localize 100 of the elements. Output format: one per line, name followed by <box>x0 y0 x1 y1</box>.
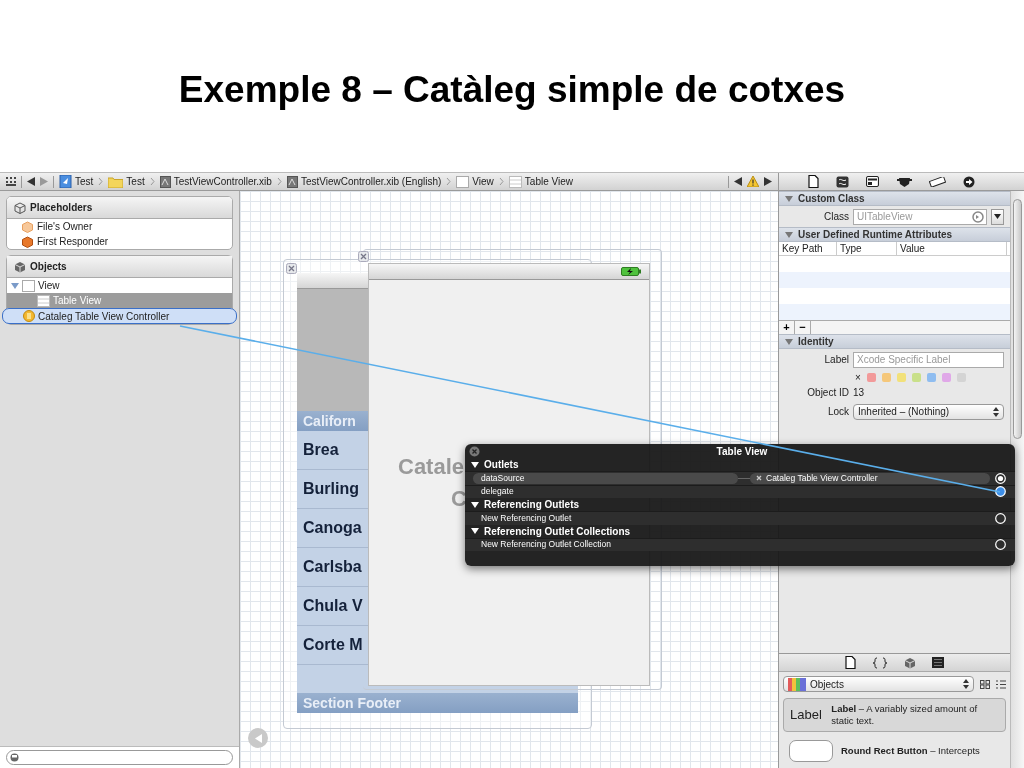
clear-color-button[interactable]: × <box>855 369 861 385</box>
caret-icon <box>994 214 1001 219</box>
back-arrow-icon[interactable] <box>734 177 742 186</box>
class-field[interactable]: UITableView <box>853 208 987 225</box>
left-arrow-icon <box>253 733 263 743</box>
document-icon <box>286 175 298 188</box>
field-label: Lock <box>826 405 849 419</box>
button-preview <box>789 740 833 762</box>
quick-help-icon[interactable] <box>836 175 849 188</box>
library-select[interactable]: Objects <box>783 676 974 693</box>
color-swatch[interactable] <box>926 372 936 382</box>
list-view-icon[interactable] <box>996 679 1006 689</box>
dock-toggle-button[interactable] <box>248 728 268 748</box>
media-icon[interactable] <box>932 657 944 669</box>
table-row[interactable]: Chula V <box>303 597 363 614</box>
color-swatch[interactable] <box>911 372 921 382</box>
table-row[interactable]: Corte M <box>303 636 363 653</box>
section-title: Custom Class <box>798 192 865 206</box>
outline-item[interactable]: View <box>7 278 232 293</box>
arrow-circle-icon[interactable] <box>963 175 976 188</box>
select-value: Objects <box>810 677 844 692</box>
dropdown-button[interactable] <box>991 208 1004 225</box>
stepper-icon <box>963 679 969 690</box>
battery-icon <box>621 267 641 276</box>
cube-icon <box>14 201 26 214</box>
color-swatch[interactable] <box>896 372 906 382</box>
folder-icon <box>108 175 124 188</box>
ruler-icon[interactable] <box>928 176 946 187</box>
library-item[interactable]: Round Rect Button – Intercepts <box>783 736 1006 766</box>
placeholder-text: Catale <box>398 453 465 481</box>
document-icon <box>159 175 171 188</box>
cube-icon[interactable] <box>904 656 916 669</box>
table-row[interactable]: Carlsba <box>303 558 362 575</box>
section-title: Outlets <box>484 458 519 472</box>
controller-icon <box>23 310 35 322</box>
connection-circle[interactable] <box>995 472 1006 484</box>
close-icon[interactable] <box>469 445 480 457</box>
warning-icon[interactable] <box>747 176 759 187</box>
cube-icon <box>21 235 34 248</box>
breadcrumb[interactable]: Test <box>75 174 94 189</box>
close-icon[interactable] <box>286 263 297 274</box>
field-label: Class <box>823 210 849 224</box>
chevron-icon <box>276 177 282 186</box>
color-swatch[interactable] <box>941 372 951 382</box>
search-icon <box>10 753 19 762</box>
chevron-icon <box>498 177 504 186</box>
chevron-icon <box>98 177 104 186</box>
identity-icon[interactable] <box>866 176 880 187</box>
breadcrumb[interactable]: TestViewController.xib <box>173 174 272 189</box>
view-icon <box>22 279 35 292</box>
disclosure-triangle[interactable] <box>471 460 479 469</box>
file-icon[interactable] <box>807 175 819 188</box>
connection-target[interactable]: Cataleg Table View Controller <box>750 472 990 484</box>
connection-circle[interactable] <box>995 486 1006 498</box>
connection-circle[interactable] <box>995 539 1006 551</box>
field-value: 13 <box>853 386 865 400</box>
section-title: Objects <box>30 260 67 274</box>
table-row[interactable]: Burling <box>303 480 359 497</box>
label-field[interactable]: Xcode Specific Label <box>853 351 1004 368</box>
column-header[interactable]: Type <box>837 242 897 255</box>
outline-item[interactable]: First Responder <box>7 234 232 249</box>
table-row[interactable]: Canoga <box>303 519 362 536</box>
outline-item[interactable]: File's Owner <box>7 219 232 234</box>
braces-icon[interactable] <box>872 656 888 669</box>
filter-field[interactable] <box>6 750 233 765</box>
table-icon <box>508 175 522 188</box>
stepper-icon <box>993 406 999 417</box>
scrollbar[interactable] <box>1010 191 1024 768</box>
outlet-name: New Referencing Outlet <box>480 511 573 525</box>
breadcrumb[interactable]: Table View <box>524 174 573 189</box>
column-header[interactable]: Value <box>897 242 1007 255</box>
remove-icon[interactable] <box>756 475 762 482</box>
disclosure-triangle[interactable] <box>471 500 479 509</box>
field-label: Object ID <box>806 386 849 400</box>
color-swatch[interactable] <box>866 372 876 382</box>
attributes-icon[interactable] <box>896 176 912 187</box>
back-arrow-icon[interactable] <box>27 177 35 186</box>
disclosure-triangle[interactable] <box>471 527 479 535</box>
grid-icon[interactable] <box>6 177 16 186</box>
item-description: Label – A variably sized amount of static text. <box>831 703 979 727</box>
field-label: Label <box>823 353 849 367</box>
connection-circle[interactable] <box>995 512 1006 524</box>
forward-arrow-icon[interactable] <box>764 177 772 186</box>
lock-select[interactable]: Inherited – (Nothing) <box>853 403 1004 420</box>
close-icon[interactable] <box>358 251 369 262</box>
breadcrumb[interactable]: Test <box>126 174 145 189</box>
breadcrumb[interactable]: View <box>472 174 494 189</box>
library-item[interactable]: Label Label – A variably sized amount of static text. <box>783 698 1006 732</box>
outlet-name: delegate <box>480 485 515 499</box>
column-header[interactable]: Key Path <box>779 242 837 255</box>
outlet-name: dataSource <box>473 472 738 484</box>
breadcrumb[interactable]: TestViewController.xib (English) <box>300 174 442 189</box>
table-row[interactable]: Brea <box>303 441 339 458</box>
color-swatch[interactable] <box>881 372 891 382</box>
outline-item[interactable]: Cataleg Table View Controller <box>2 308 237 324</box>
section-title: Referencing Outlet Collections <box>484 524 631 539</box>
table-icon <box>37 294 50 307</box>
file-icon[interactable] <box>845 656 856 670</box>
grid-view-icon[interactable] <box>980 679 990 689</box>
label-preview: Label <box>790 706 823 725</box>
